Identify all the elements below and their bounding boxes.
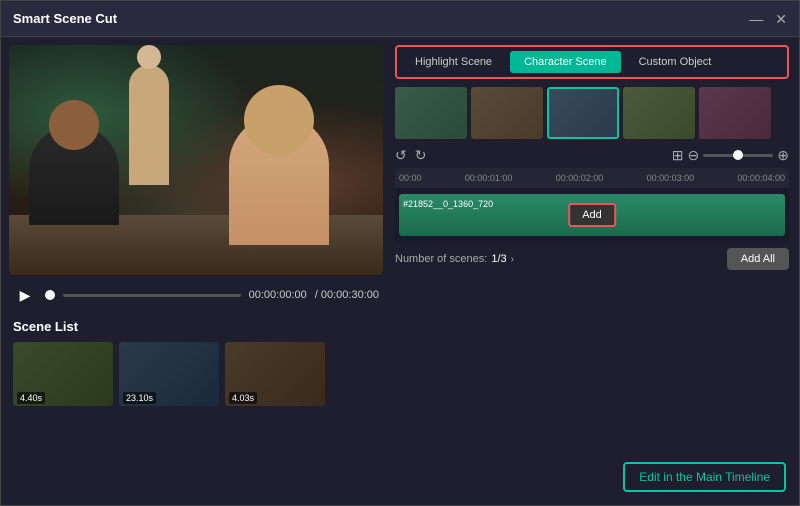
scenes-info-row: Number of scenes: 1/3 › Add All [395,248,789,270]
tab-highlight-scene[interactable]: Highlight Scene [401,51,506,73]
scene-thumb-scene-5 [699,87,771,139]
progress-dot [45,290,55,300]
ruler-mark-0: 00:00 [399,173,422,183]
ruler-mark-1: 00:00:01:00 [465,173,513,183]
tab-custom-object[interactable]: Custom Object [625,51,726,73]
scene-thumbnail-3[interactable] [547,87,619,139]
zoom-thumb [733,150,743,160]
scene-thumb-scene-3 [549,89,617,137]
undo-button[interactable]: ↺ [395,147,407,164]
scene-thumb-scene-4 [623,87,695,139]
zoom-slider[interactable] [703,154,773,157]
person-right [229,115,329,245]
window-controls: — ✕ [749,12,787,26]
scene-thumbnail-2[interactable] [471,87,543,139]
person-left [29,125,119,225]
fit-screen-button[interactable]: ⊞ [672,147,684,164]
tabs-row: Highlight Scene Character Scene Custom O… [395,45,789,79]
right-panel: Highlight Scene Character Scene Custom O… [391,37,799,505]
scene-3-duration: 4.03s [229,392,257,404]
scenes-info: Number of scenes: 1/3 › [395,253,514,265]
scenes-info-label: Number of scenes: [395,253,487,265]
edit-main-timeline-button[interactable]: Edit in the Main Timeline [623,462,786,492]
timeline-controls: ↺ ↻ ⊞ ⊖ ⊕ [395,147,789,164]
scene-thumb-1[interactable]: 4.40s [13,342,113,406]
smart-scene-cut-window: Smart Scene Cut — ✕ ▶ [0,0,800,506]
person-center [129,65,169,185]
ruler-mark-4: 00:00:04:00 [737,173,785,183]
ruler-mark-3: 00:00:03:00 [647,173,695,183]
total-time: / 00:00:30:00 [315,289,379,301]
scene-thumb-scene-1 [395,87,467,139]
main-content: ▶ 00:00:00:00 / 00:00:30:00 Scene List 4… [1,37,799,505]
scenes-count: 1/3 [491,253,506,265]
current-time: 00:00:00:00 [249,289,307,301]
video-preview [9,45,383,275]
add-clip-button[interactable]: Add [568,203,616,227]
redo-button[interactable]: ↻ [415,147,427,164]
tab-character-scene[interactable]: Character Scene [510,51,621,73]
ruler-mark-2: 00:00:02:00 [556,173,604,183]
play-button[interactable]: ▶ [13,283,37,307]
add-all-button[interactable]: Add All [727,248,789,270]
zoom-in-button[interactable]: ⊕ [777,147,789,164]
zoom-out-button[interactable]: ⊖ [688,147,700,164]
scene-thumb-3[interactable]: 4.03s [225,342,325,406]
window-title: Smart Scene Cut [13,11,117,26]
scene-thumb-2[interactable]: 23.10s [119,342,219,406]
scene-list-label: Scene List [9,315,383,338]
scene-1-duration: 4.40s [17,392,45,404]
timeline-ruler: 00:00 00:00:01:00 00:00:02:00 00:00:03:0… [395,168,789,188]
scene-thumbnail-5[interactable] [699,87,771,139]
video-frame [9,45,383,275]
left-panel: ▶ 00:00:00:00 / 00:00:30:00 Scene List 4… [1,37,391,505]
scene-thumbnail-4[interactable] [623,87,695,139]
close-button[interactable]: ✕ [775,12,787,26]
scene-thumbnail-1[interactable] [395,87,467,139]
ruler-marks: 00:00 00:00:01:00 00:00:02:00 00:00:03:0… [399,173,785,183]
chevron-right-icon: › [511,254,514,265]
progress-bar[interactable] [63,294,241,297]
minimize-button[interactable]: — [749,12,763,26]
zoom-control: ⊞ ⊖ ⊕ [672,147,789,164]
track-clip-label: #21852__0_1360_720 [399,197,497,211]
titlebar: Smart Scene Cut — ✕ [1,1,799,37]
playback-controls: ▶ 00:00:00:00 / 00:00:30:00 [9,275,383,315]
scene-thumb-scene-2 [471,87,543,139]
scene-thumbnails: 4.40s 23.10s 4.03s [9,338,383,410]
timeline-track[interactable]: #21852__0_1360_720 Add [395,188,789,242]
thumbnail-strip [395,87,789,139]
scene-2-duration: 23.10s [123,392,156,404]
